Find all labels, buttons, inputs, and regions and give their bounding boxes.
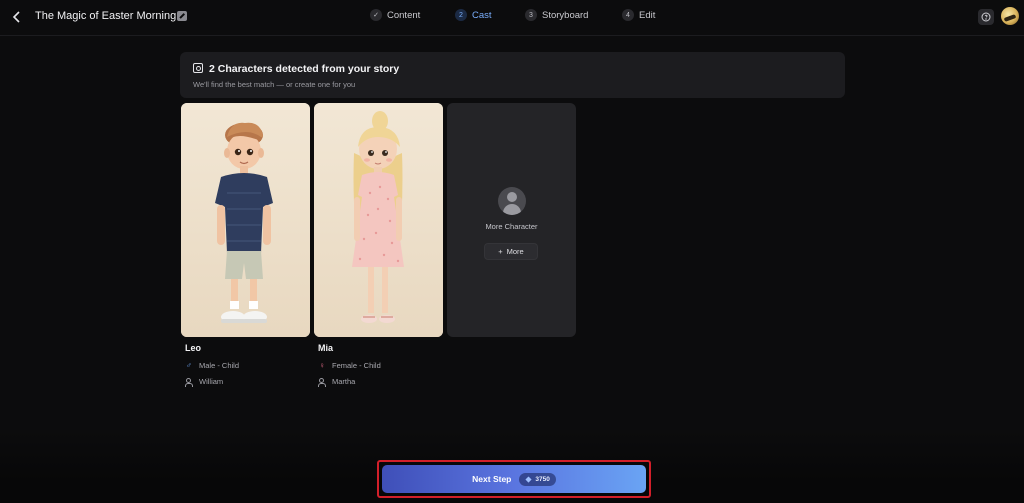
character-card-leo[interactable] — [181, 103, 310, 337]
gender-row: ♀ Female - Child — [318, 361, 443, 370]
leo-illustration — [181, 103, 310, 337]
next-step-button[interactable]: Next Step 3750 — [382, 465, 646, 493]
credit-badge: 3750 — [519, 472, 556, 486]
step-content[interactable]: ✓ Content — [370, 9, 420, 21]
female-icon: ♀ — [319, 360, 325, 370]
step-label: Content — [387, 9, 421, 21]
step-label: Cast — [472, 9, 492, 21]
step-label: Edit — [639, 9, 656, 21]
mia-illustration — [314, 103, 443, 337]
help-icon — [981, 12, 991, 22]
step-progress: ✓ Content 2 Cast 3 Storyboard 4 Edit — [0, 9, 1024, 27]
step-number: 3 — [525, 9, 537, 21]
character-info-mia: Mia ♀ Female - Child Martha — [314, 343, 443, 387]
detection-banner: 2 Characters detected from your story We… — [180, 52, 845, 98]
voice-person-icon — [185, 377, 193, 387]
next-step-label: Next Step — [472, 474, 512, 484]
more-character-label: More Character — [485, 222, 538, 231]
character-name: Leo — [185, 343, 202, 353]
user-avatar[interactable] — [1001, 7, 1019, 25]
voice-text: William — [199, 377, 224, 386]
character-info-leo: Leo ♂ Male - Child William — [181, 343, 310, 387]
step-label: Storyboard — [542, 9, 589, 21]
credit-icon — [525, 475, 532, 483]
gender-text: Female - Child — [332, 361, 381, 370]
person-placeholder-icon — [498, 187, 526, 215]
voice-row: William — [185, 377, 310, 387]
gender-row: ♂ Male - Child — [185, 361, 310, 370]
banner-title: 2 Characters detected from your story — [209, 63, 400, 75]
step-number: 4 — [622, 9, 634, 21]
gender-text: Male - Child — [199, 361, 240, 370]
check-icon: ✓ — [370, 9, 382, 21]
voice-row: Martha — [318, 377, 443, 387]
step-number: 2 — [455, 9, 467, 21]
character-name: Mia — [318, 343, 334, 353]
face-scan-icon — [193, 63, 203, 73]
voice-person-icon — [318, 377, 326, 387]
male-icon: ♂ — [186, 360, 192, 370]
top-bar: The Magic of Easter Morning ✓ Content 2 … — [0, 0, 1024, 36]
character-card-mia[interactable] — [314, 103, 443, 337]
help-button[interactable] — [978, 9, 994, 25]
plus-icon: + — [498, 247, 503, 256]
banner-subtitle: We'll find the best match — or create on… — [193, 80, 356, 89]
more-character-card: More Character + More — [447, 103, 576, 337]
credit-amount: 3750 — [535, 475, 550, 483]
more-button-label: More — [506, 247, 524, 256]
voice-text: Martha — [332, 377, 356, 386]
step-edit[interactable]: 4 Edit — [622, 9, 655, 21]
add-more-character-button[interactable]: + More — [484, 243, 538, 260]
step-cast[interactable]: 2 Cast — [455, 9, 492, 21]
step-storyboard[interactable]: 3 Storyboard — [525, 9, 588, 21]
